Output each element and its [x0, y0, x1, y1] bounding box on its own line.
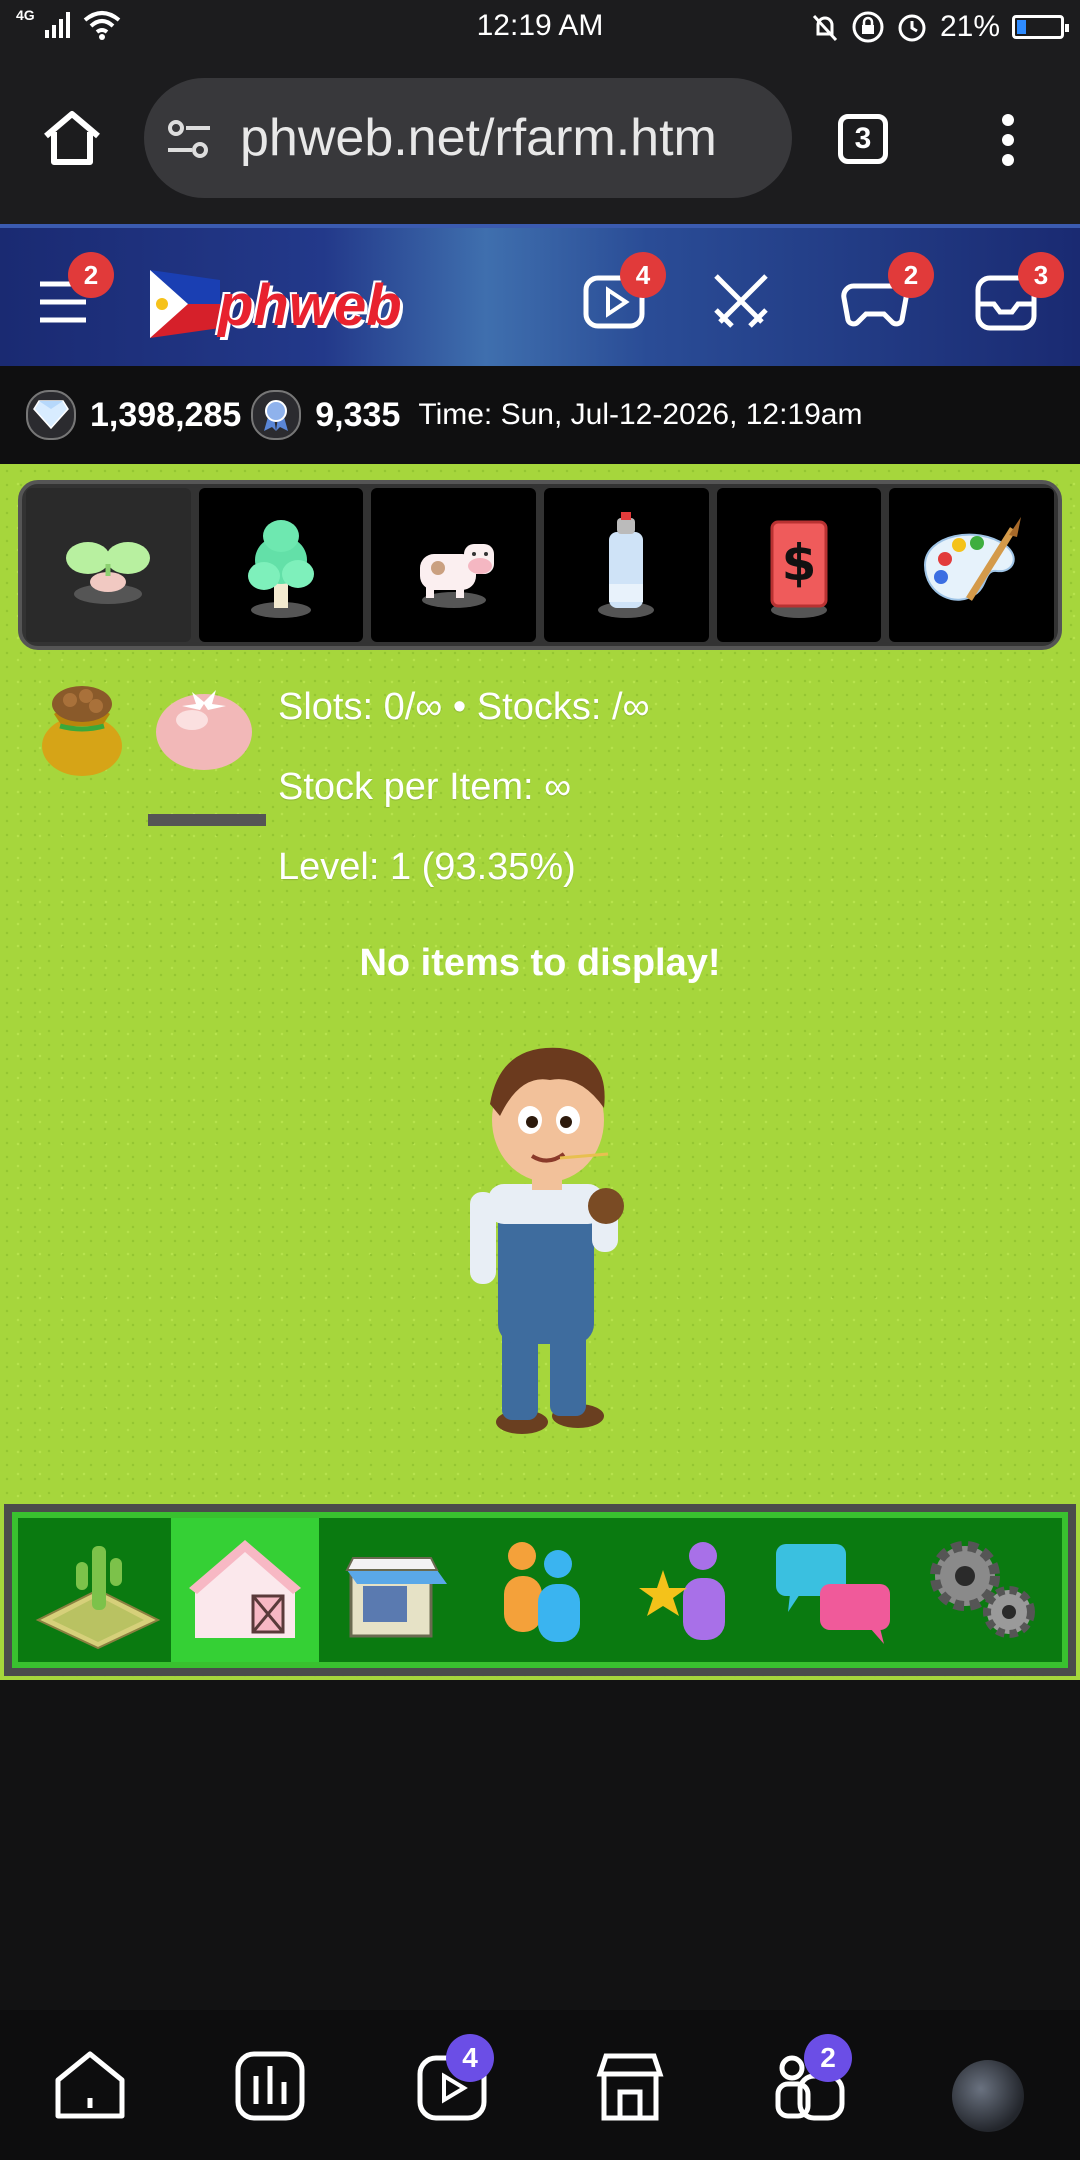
nav-groups-badge: 2 — [804, 2034, 852, 2082]
farmer-character-illustration — [470, 1047, 624, 1434]
seedling-icon — [66, 542, 151, 604]
address-bar[interactable]: phweb.net/rfarm.htm — [144, 78, 792, 198]
battery-percent: 21% — [939, 10, 1000, 43]
menu-favorites[interactable] — [614, 1518, 761, 1662]
menu-badge: 2 — [68, 252, 114, 298]
profile-avatar[interactable] — [952, 2060, 1024, 2132]
site-settings-icon[interactable] — [164, 114, 214, 164]
diamond-count: 1,398,285 — [90, 395, 242, 434]
chat-icon — [775, 1544, 890, 1644]
nav-stats-icon[interactable] — [230, 2046, 310, 2126]
bottom-navigation: 4 2 — [0, 2010, 1080, 2160]
tab-trees[interactable] — [198, 488, 364, 642]
status-right: 21% — [810, 10, 1069, 44]
tab-animals[interactable] — [371, 488, 537, 642]
shop-icon — [344, 1557, 447, 1638]
browser-toolbar: phweb.net/rfarm.htm 3 — [0, 56, 1080, 224]
svg-text:$: $ — [782, 534, 817, 592]
tab-decor[interactable] — [889, 488, 1055, 642]
tree-icon — [248, 520, 314, 618]
tab-seedlings[interactable] — [26, 488, 191, 642]
farm-bottom-menu — [4, 1504, 1076, 1676]
friends-icon — [503, 1542, 580, 1642]
status-bar: 4G 12:19 AM 21% — [0, 0, 1080, 56]
category-tabs: $ — [18, 480, 1062, 650]
nav-home-icon[interactable] — [50, 2046, 130, 2126]
video-badge: 4 — [620, 252, 666, 298]
tab-money[interactable]: $ — [716, 488, 882, 642]
diamond-icon — [26, 390, 76, 440]
ribbon-medal-icon — [251, 390, 302, 440]
home-icon[interactable] — [40, 106, 104, 170]
favorites-icon — [639, 1542, 726, 1640]
empty-message: No items to display! — [359, 942, 721, 984]
stats-bar: 1,398,285 9,335 Time: Sun, Jul-12-2026, … — [0, 366, 1080, 464]
lock-circle-icon — [852, 11, 884, 43]
inbox-badge: 3 — [1018, 252, 1064, 298]
site-header: 2 phweb 4 2 3 — [0, 224, 1080, 366]
phweb-logo[interactable]: phweb — [150, 258, 410, 348]
tabs-button[interactable]: 3 — [838, 114, 888, 164]
seed-bag-icon[interactable] — [34, 674, 130, 778]
tomato-icon[interactable] — [152, 674, 256, 774]
settings-gears-icon — [930, 1541, 1036, 1638]
dollar-card-icon: $ — [770, 520, 828, 618]
menu-shop[interactable] — [319, 1518, 466, 1662]
slots-stocks-text: Slots: 0/∞ • Stocks: /∞ — [278, 686, 650, 728]
cow-icon — [419, 544, 494, 608]
url-text[interactable]: phweb.net/rfarm.htm — [240, 108, 717, 168]
menu-settings[interactable] — [909, 1518, 1056, 1662]
server-time: Time: Sun, Jul-12-2026, 12:19am — [418, 398, 863, 431]
tab-sprays[interactable] — [544, 488, 709, 642]
ribbon-count: 9,335 — [315, 395, 401, 434]
bell-off-icon — [812, 14, 838, 42]
menu-friends[interactable] — [466, 1518, 613, 1662]
barn-icon — [189, 1540, 302, 1638]
nav-video-badge: 4 — [446, 2034, 494, 2082]
battery-icon — [1012, 15, 1069, 39]
farm-plot-icon — [35, 1546, 161, 1650]
games-badge: 2 — [888, 252, 934, 298]
palette-icon — [923, 517, 1021, 601]
logo-text: phweb — [218, 273, 402, 338]
crossed-swords-icon[interactable] — [706, 266, 776, 336]
farm-game-area: $ Slots: 0/∞ • Stocks: /∞ Stock per Item… — [0, 464, 1080, 1680]
item-progress-bar — [148, 814, 266, 826]
nav-shop-icon[interactable] — [590, 2046, 670, 2126]
stock-per-item-text: Stock per Item: ∞ — [278, 766, 572, 808]
level-text: Level: 1 (93.35%) — [278, 846, 576, 888]
spray-can-icon — [598, 512, 655, 618]
menu-chat[interactable] — [761, 1518, 908, 1662]
menu-farm[interactable] — [24, 1518, 171, 1662]
menu-barn[interactable] — [171, 1518, 319, 1662]
more-vert-icon[interactable] — [990, 110, 1026, 170]
alarm-icon — [898, 14, 926, 42]
